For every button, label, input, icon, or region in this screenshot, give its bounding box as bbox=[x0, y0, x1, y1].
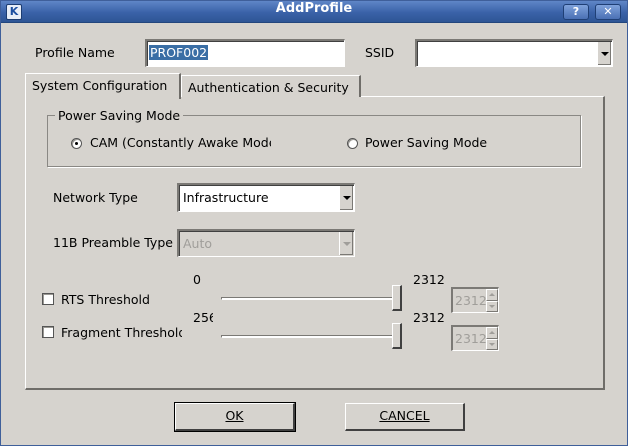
chevron-down-icon[interactable] bbox=[339, 186, 353, 210]
spin-down-icon bbox=[486, 338, 498, 350]
chevron-down-icon bbox=[339, 232, 353, 255]
fragment-threshold-checkbox[interactable] bbox=[42, 326, 54, 338]
ok-button-label: OK bbox=[225, 408, 244, 423]
fragment-threshold-label[interactable]: Fragment Threshold bbox=[61, 325, 182, 340]
rts-slider-thumb[interactable] bbox=[392, 285, 402, 311]
rts-slider-track[interactable] bbox=[221, 297, 401, 300]
network-type-label: Network Type bbox=[53, 190, 138, 205]
cancel-button[interactable]: CANCEL bbox=[345, 403, 465, 431]
power-saving-mode-legend: Power Saving Mode bbox=[55, 108, 184, 123]
profile-name-label: Profile Name bbox=[35, 45, 115, 60]
rts-threshold-label[interactable]: RTS Threshold bbox=[61, 292, 150, 307]
fragment-spin-buttons bbox=[486, 327, 498, 350]
cam-radio-label[interactable]: CAM (Constantly Awake Mode bbox=[90, 135, 271, 150]
ssid-dropdown[interactable] bbox=[415, 39, 613, 67]
chevron-down-icon[interactable] bbox=[597, 42, 611, 65]
ok-button[interactable]: OK bbox=[174, 402, 296, 432]
rts-min-label: 0 bbox=[193, 272, 201, 287]
fragment-slider-track[interactable] bbox=[221, 335, 401, 338]
spin-up-icon bbox=[486, 327, 498, 339]
rts-max-label: 2312 bbox=[413, 272, 445, 287]
fragment-min-label: 256 bbox=[193, 310, 213, 325]
rts-spin-buttons bbox=[486, 289, 498, 312]
preamble-type-label: 11B Preamble Type bbox=[53, 235, 173, 250]
rts-value-spinbox: 2312 bbox=[451, 287, 499, 313]
spin-up-icon bbox=[486, 289, 498, 301]
preamble-type-dropdown: Auto bbox=[177, 229, 355, 257]
cancel-button-label: CANCEL bbox=[379, 408, 430, 423]
power-saving-radio-label[interactable]: Power Saving Mode bbox=[365, 135, 487, 150]
network-type-dropdown[interactable]: Infrastructure bbox=[177, 183, 355, 212]
preamble-type-value: Auto bbox=[183, 236, 213, 251]
spin-down-icon bbox=[486, 300, 498, 312]
tab-authentication-security[interactable]: Authentication & Security bbox=[181, 75, 361, 97]
tab-label: System Configuration bbox=[32, 78, 168, 93]
fragment-value-spinbox: 2312 bbox=[451, 325, 499, 351]
close-button[interactable]: ✕ bbox=[595, 4, 621, 20]
profile-name-value: PROF002 bbox=[149, 45, 209, 60]
add-profile-window: K AddProfile ? ✕ Profile Name PROF002 SS… bbox=[0, 0, 628, 446]
fragment-slider-thumb[interactable] bbox=[392, 323, 402, 349]
tab-label: Authentication & Security bbox=[188, 80, 349, 95]
fragment-max-label: 2312 bbox=[413, 310, 445, 325]
fragment-value: 2312 bbox=[455, 331, 487, 346]
help-button[interactable]: ? bbox=[563, 4, 589, 20]
ssid-label: SSID bbox=[365, 45, 395, 60]
profile-name-input[interactable]: PROF002 bbox=[145, 39, 345, 67]
tab-system-configuration[interactable]: System Configuration bbox=[25, 73, 181, 99]
rts-threshold-checkbox[interactable] bbox=[42, 293, 54, 305]
cam-radio[interactable] bbox=[71, 138, 82, 149]
power-saving-radio[interactable] bbox=[347, 138, 358, 149]
rts-value: 2312 bbox=[455, 293, 487, 308]
title-bar[interactable]: K AddProfile ? ✕ bbox=[1, 1, 627, 23]
network-type-value: Infrastructure bbox=[183, 190, 269, 205]
window-title: AddProfile bbox=[275, 1, 353, 16]
